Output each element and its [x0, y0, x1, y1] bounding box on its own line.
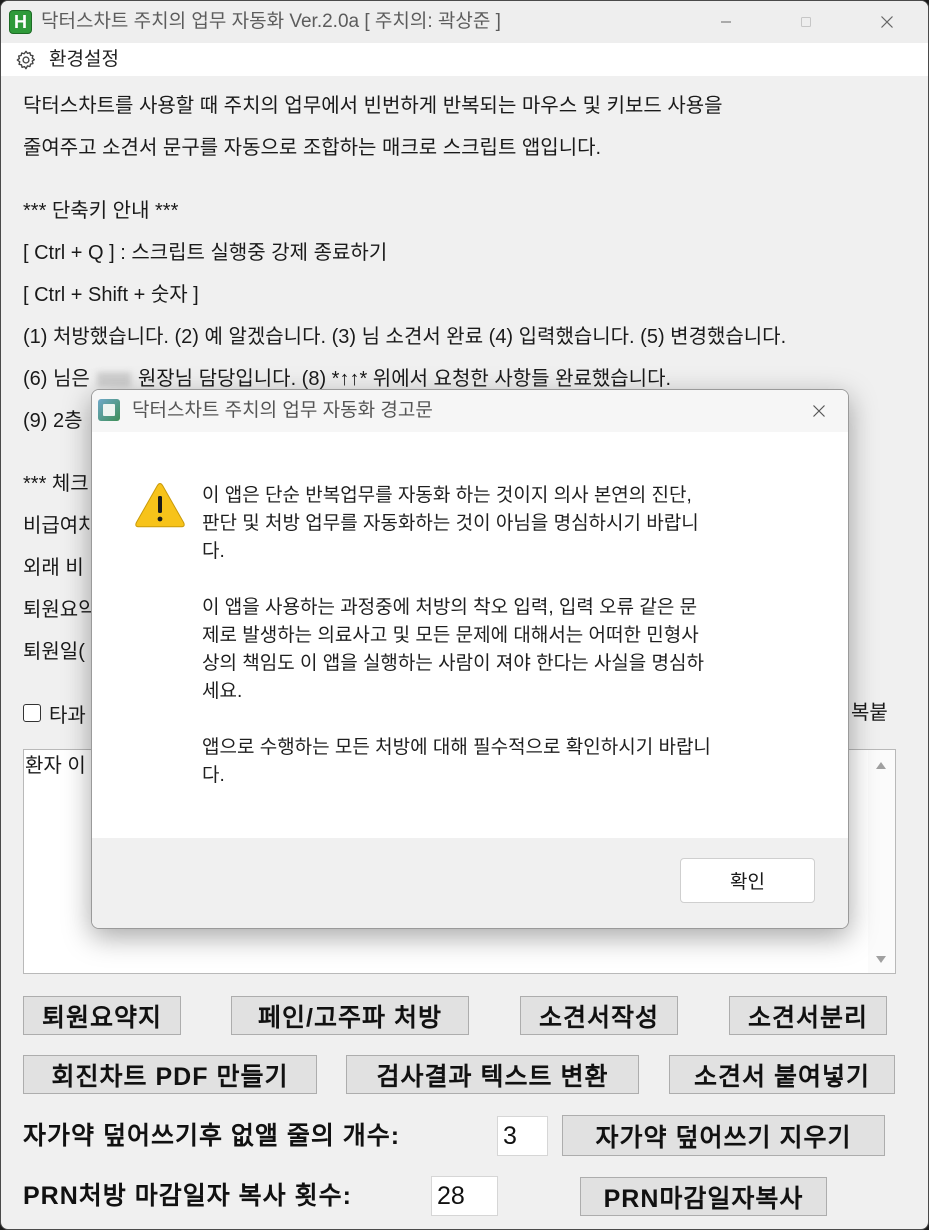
- maximize-button: [783, 1, 829, 43]
- textarea-scrollbar[interactable]: [868, 750, 895, 973]
- shortcut-phrases-line: (1) 처방했습니다. (2) 예 알겠습니다. (3) 님 소견서 완료 (4…: [23, 326, 787, 348]
- app-icon: H: [9, 10, 32, 34]
- prn-deadline-copy-button[interactable]: PRN마감일자복사: [580, 1177, 827, 1216]
- warning-icon: [135, 483, 185, 528]
- ok-button[interactable]: 확인: [680, 858, 815, 903]
- dialog-line: 다.: [202, 765, 225, 786]
- checkbox-label: 타과: [49, 704, 86, 727]
- checkbox-box[interactable]: [23, 704, 41, 722]
- clear-overwrite-button[interactable]: 자가약 덮어쓰기 지우기: [562, 1115, 885, 1156]
- shortcut-combo: [ Ctrl + Shift + 숫자 ]: [23, 284, 199, 306]
- dialog-title-bar[interactable]: 닥터스차트 주치의 업무 자동화 경고문: [92, 390, 848, 432]
- close-button[interactable]: [864, 1, 910, 43]
- scroll-down-icon[interactable]: [875, 955, 887, 964]
- close-icon: [881, 16, 893, 28]
- menu-settings[interactable]: 환경설정: [15, 43, 119, 76]
- split-opinion-button[interactable]: 소견서분리: [729, 996, 887, 1035]
- dialog-app-icon-inner: [103, 404, 115, 416]
- dialog-paragraph: 앱으로 수행하는 모든 처방에 대해 필수적으로 확인하시기 바랍니 다.: [202, 734, 832, 790]
- intro-line: 닥터스차트를 사용할 때 주치의 업무에서 빈번하게 반복되는 마우스 및 키보…: [23, 95, 723, 117]
- warning-dialog: 닥터스차트 주치의 업무 자동화 경고문 이 앱은 단순 반복업무를 자동화 하…: [91, 389, 849, 929]
- dialog-close-button[interactable]: [796, 390, 842, 432]
- copy-paste-label: 복붙: [851, 702, 888, 724]
- dialog-line: 앱으로 수행하는 모든 처방에 대해 필수적으로 확인하시기 바랍니: [202, 737, 711, 758]
- close-icon: [813, 405, 825, 417]
- discharge-summary-button[interactable]: 퇴원요약지: [23, 996, 181, 1035]
- phrase-text: (6) 님은: [23, 368, 90, 390]
- gear-icon: [16, 50, 36, 69]
- overwrite-lines-input[interactable]: 3: [497, 1116, 548, 1156]
- shortcut-heading: *** 단축키 안내 ***: [23, 200, 179, 222]
- minimize-button[interactable]: [703, 1, 749, 43]
- dialog-title: 닥터스차트 주치의 업무 자동화 경고문: [132, 400, 433, 421]
- redacted-name-blur: [96, 372, 131, 388]
- menu-bar: 환경설정: [1, 43, 928, 76]
- dialog-app-icon: [98, 399, 120, 421]
- overwrite-lines-label: 자가약 덮어쓰기후 없앨 줄의 개수:: [23, 1122, 401, 1150]
- minimize-icon: [721, 21, 731, 23]
- scroll-up-icon[interactable]: [875, 761, 887, 770]
- window-title: 닥터스차트 주치의 업무 자동화 Ver.2.0a [ 주치의: 곽상준 ]: [41, 11, 501, 32]
- rounds-chart-pdf-button[interactable]: 회진차트 PDF 만들기: [23, 1055, 317, 1094]
- paste-opinion-button[interactable]: 소견서 붙여넣기: [669, 1055, 895, 1094]
- pain-rf-prescription-button[interactable]: 페인/고주파 처방: [231, 996, 469, 1035]
- maximize-icon: [801, 17, 811, 27]
- checkbox-other-dept[interactable]: 타과: [23, 693, 86, 733]
- intro-line: 줄여주고 소견서 문구를 자동으로 조합하는 매크로 스크립트 앱입니다.: [23, 137, 602, 159]
- patient-textarea-content: 환자 이: [25, 755, 86, 777]
- dialog-line: 판단 및 처방 업무를 자동화하는 것이 아님을 명심하시기 바랍니: [202, 513, 699, 534]
- dialog-line: 상의 책임도 이 앱을 실행하는 사람이 져야 한다는 사실을 명심하: [202, 653, 704, 674]
- phrase-text: 원장님 담당입니다. (8) *↑↑* 위에서 요청한 사항들 완료했습니다.: [137, 368, 672, 390]
- prn-copy-count-label: PRN처방 마감일자 복사 횟수:: [23, 1182, 352, 1210]
- lab-result-text-button[interactable]: 검사결과 텍스트 변환: [346, 1055, 639, 1094]
- title-bar[interactable]: H 닥터스차트 주치의 업무 자동화 Ver.2.0a [ 주치의: 곽상준 ]: [1, 1, 928, 43]
- dialog-paragraph: 이 앱을 사용하는 과정중에 처방의 착오 입력, 입력 오류 같은 문 제로 …: [202, 594, 832, 706]
- dialog-line: 제로 발생하는 의료사고 및 모든 문제에 대해서는 어떠한 민형사: [202, 625, 699, 646]
- dialog-line: 이 앱을 사용하는 과정중에 처방의 착오 입력, 입력 오류 같은 문: [202, 597, 698, 618]
- dialog-footer: 확인: [92, 838, 848, 928]
- app-window: H 닥터스차트 주치의 업무 자동화 Ver.2.0a [ 주치의: 곽상준 ]…: [0, 0, 929, 1230]
- menu-settings-label: 환경설정: [49, 49, 119, 70]
- dialog-paragraph: 이 앱은 단순 반복업무를 자동화 하는 것이지 의사 본연의 진단, 판단 및…: [202, 482, 832, 566]
- dialog-line: 다.: [202, 541, 225, 562]
- dialog-line: 세요.: [202, 681, 243, 702]
- dialog-line: 이 앱은 단순 반복업무를 자동화 하는 것이지 의사 본연의 진단,: [202, 485, 692, 506]
- write-opinion-button[interactable]: 소견서작성: [520, 996, 678, 1035]
- dialog-message: 이 앱은 단순 반복업무를 자동화 하는 것이지 의사 본연의 진단, 판단 및…: [202, 482, 832, 818]
- prn-copy-count-input[interactable]: 28: [431, 1176, 498, 1216]
- shortcut-force-quit: [ Ctrl + Q ] : 스크립트 실행중 강제 종료하기: [23, 242, 388, 264]
